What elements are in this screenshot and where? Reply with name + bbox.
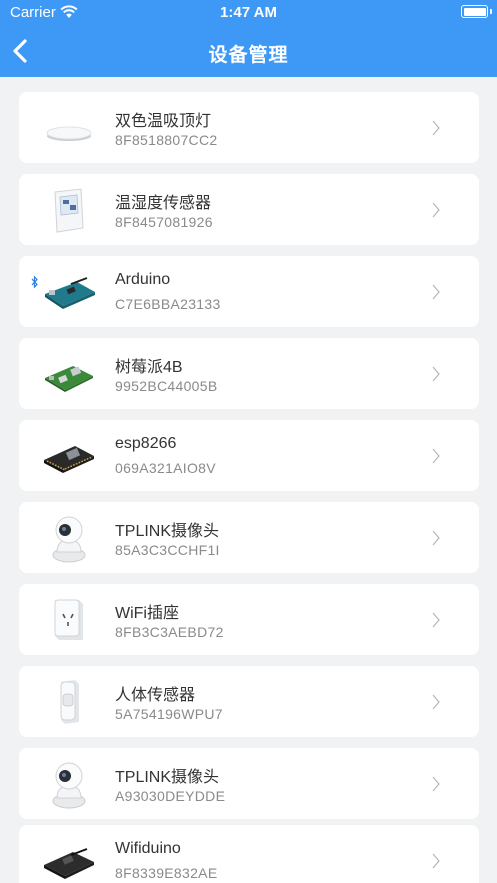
chevron-right-icon — [432, 448, 440, 464]
device-name: TPLINK摄像头 — [115, 523, 220, 540]
chevron-right-icon — [432, 853, 440, 869]
device-card[interactable]: Wifiduino 8F8339E832AE — [19, 825, 479, 883]
device-card[interactable]: TPLINK摄像头 85A3C3CCHF1I — [19, 502, 479, 573]
motion-sensor-icon — [60, 680, 79, 724]
device-code: 8FB3C3AEBD72 — [115, 624, 224, 640]
device-code: 8F8457081926 — [115, 214, 213, 230]
chevron-right-icon — [432, 202, 440, 218]
device-code: 8F8339E832AE — [115, 865, 218, 881]
device-code: 85A3C3CCHF1I — [115, 542, 220, 558]
camera-icon — [52, 762, 86, 809]
device-card[interactable]: WiFi插座 8FB3C3AEBD72 — [19, 584, 479, 655]
device-card[interactable]: 温湿度传感器 8F8457081926 — [19, 174, 479, 245]
device-code: A93030DEYDDE — [115, 788, 226, 804]
device-card[interactable]: 双色温吸顶灯 8F8518807CC2 — [19, 92, 479, 163]
device-card[interactable]: Arduino C7E6BBA23133 — [19, 256, 479, 327]
device-name: Wifiduino — [115, 840, 181, 857]
battery-icon — [461, 5, 488, 18]
arduino-board-icon — [45, 277, 95, 309]
app-header: Carrier 1:47 AM 设备管理 — [0, 0, 497, 77]
status-bar: Carrier 1:47 AM — [0, 0, 497, 26]
device-name: Arduino — [115, 271, 171, 288]
wifi-socket-icon — [54, 599, 83, 640]
device-name: esp8266 — [115, 435, 177, 452]
status-time: 1:47 AM — [220, 4, 277, 21]
device-name: 人体传感器 — [115, 687, 196, 704]
page-title: 设备管理 — [208, 45, 289, 66]
device-name: 双色温吸顶灯 — [115, 113, 212, 130]
device-code: 069A321AIO8V — [115, 460, 216, 476]
chevron-right-icon — [432, 366, 440, 382]
device-code: C7E6BBA23133 — [115, 296, 221, 312]
esp8266-board-icon — [44, 446, 94, 473]
device-card[interactable]: 人体传感器 5A754196WPU7 — [19, 666, 479, 737]
wifiduino-board-icon — [44, 848, 94, 879]
chevron-right-icon — [432, 120, 440, 136]
bluetooth-icon — [31, 275, 38, 289]
temperature-sensor-icon — [54, 188, 84, 233]
device-name: TPLINK摄像头 — [115, 769, 220, 786]
raspberry-pi-board-icon — [45, 366, 93, 392]
device-name: WiFi插座 — [115, 605, 179, 622]
chevron-right-icon — [432, 612, 440, 628]
ceiling-light-icon — [46, 126, 92, 141]
camera-icon — [52, 516, 86, 563]
chevron-right-icon — [432, 694, 440, 710]
device-name: 树莓派4B — [115, 359, 183, 376]
device-card[interactable]: 树莓派4B 9952BC44005B — [19, 338, 479, 409]
chevron-right-icon — [432, 776, 440, 792]
battery-tip — [490, 9, 492, 14]
device-code: 5A754196WPU7 — [115, 706, 223, 722]
device-card[interactable]: TPLINK摄像头 A93030DEYDDE — [19, 748, 479, 819]
chevron-right-icon — [432, 530, 440, 546]
device-name: 温湿度传感器 — [115, 195, 212, 212]
device-code: 8F8518807CC2 — [115, 132, 218, 148]
chevron-right-icon — [432, 284, 440, 300]
device-code: 9952BC44005B — [115, 378, 218, 394]
device-card[interactable]: esp8266 069A321AIO8V — [19, 420, 479, 491]
